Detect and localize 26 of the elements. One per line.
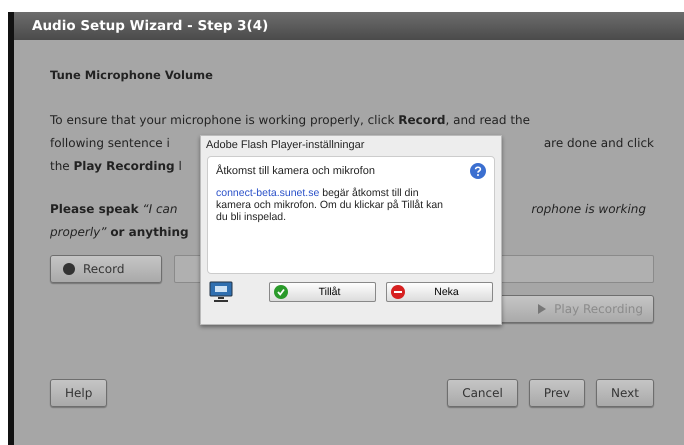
instruction-text: properly” or anything	[50, 224, 189, 238]
wizard-button[interactable]: Next	[596, 379, 654, 407]
dialog-title: Adobe Flash Player-inställningar	[205, 138, 366, 153]
monitor-icon[interactable]	[209, 281, 233, 303]
site-link[interactable]: connect-beta.sunet.se	[216, 187, 320, 199]
instruction-text: following sentence i	[50, 136, 170, 150]
instruction-text: Please speak “I can	[50, 202, 178, 216]
record-icon	[63, 263, 75, 275]
instruction-text: the Play Recording l	[50, 158, 182, 172]
record-button[interactable]: Record	[50, 255, 162, 283]
check-icon	[274, 285, 288, 299]
help-icon[interactable]	[470, 163, 486, 179]
wizard-button[interactable]: Cancel	[447, 379, 518, 407]
wizard-button[interactable]: Prev	[528, 379, 586, 407]
play-icon	[538, 304, 546, 314]
deny-button[interactable]: Neka	[386, 282, 493, 302]
instruction-text: To ensure that your microphone is working properly, click Record, and read the	[50, 112, 530, 126]
no-entry-icon	[391, 285, 405, 299]
help-button[interactable]: Help	[50, 379, 108, 407]
dialog-heading: Åtkomst till kamera och mikrofon	[216, 165, 375, 177]
dialog-message: connect-beta.sunet.se begär åtkomst till din kamera och mikrofon. Om du klickar på Tillåt kan du bli inspelad.	[216, 187, 444, 223]
instruction-text: are done and click	[544, 136, 654, 150]
allow-button[interactable]: Tillåt	[269, 282, 376, 302]
instruction-text: rophone is working	[531, 202, 646, 216]
section-heading: Tune Microphone Volume	[50, 68, 214, 82]
window-title: Audio Setup Wizard - Step 3(4)	[32, 18, 268, 34]
